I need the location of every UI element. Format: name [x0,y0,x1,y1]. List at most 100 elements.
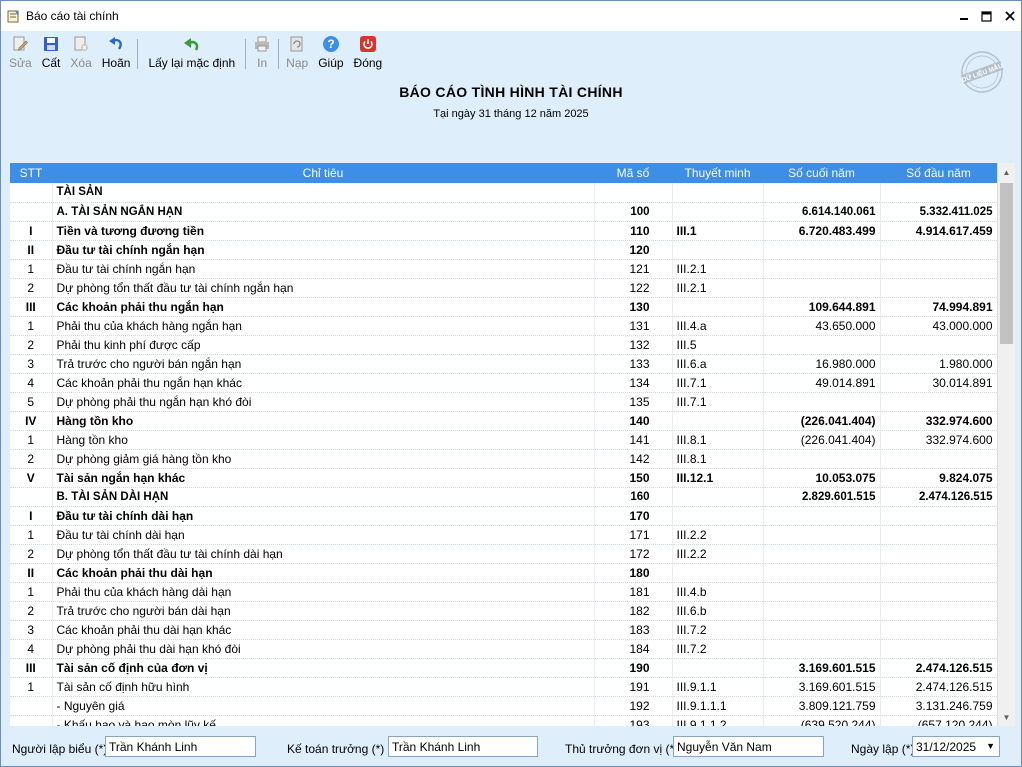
cell-stt[interactable]: IV [10,411,53,431]
cell-thuyet-minh[interactable] [672,658,764,678]
cell-chi-tieu[interactable]: B. TÀI SẢN DÀI HẠN [52,487,595,507]
save-button[interactable]: Cất [37,31,66,73]
preparer-input[interactable] [105,736,256,757]
cell-thuyet-minh[interactable]: III.9.1.1 [672,677,764,697]
cell-so-dau-nam[interactable] [880,582,998,602]
date-picker[interactable]: 31/12/2025 ▼ [912,736,1000,757]
cell-thuyet-minh[interactable]: III.7.2 [672,620,764,640]
cell-ma-so[interactable]: 133 [594,354,673,374]
cell-so-dau-nam[interactable]: 30.014.891 [880,373,998,393]
cell-thuyet-minh[interactable]: III.2.2 [672,544,764,564]
cell-ma-so[interactable]: 131 [594,316,673,336]
cell-stt[interactable]: I [10,506,53,526]
cell-thuyet-minh[interactable]: III.4.a [672,316,764,336]
cell-thuyet-minh[interactable] [672,563,764,583]
table-row[interactable]: 2 Trả trước cho người bán dài hạn 182 III.6… [10,601,998,621]
cell-so-dau-nam[interactable]: 1.980.000 [880,354,998,374]
cell-so-dau-nam[interactable]: 332.974.600 [880,430,998,450]
header-thuyet-minh[interactable]: Thuyết minh [672,163,763,183]
cell-chi-tieu[interactable]: Dự phòng phải thu ngắn hạn khó đòi [52,392,595,412]
cell-so-cuoi-nam[interactable] [763,601,881,621]
table-row[interactable]: 1 Tài sản cố định hữu hình 191 III.9.1.1 3.1… [10,677,998,697]
scroll-up-icon[interactable]: ▲ [998,163,1015,181]
header-ma-so[interactable]: Mã số [594,163,672,183]
cell-so-cuoi-nam[interactable] [763,392,881,412]
cell-thuyet-minh[interactable] [672,411,764,431]
cell-ma-so[interactable]: 120 [594,240,673,260]
cell-chi-tieu[interactable]: Tài sản cố định hữu hình [52,677,595,697]
close-icon[interactable] [998,1,1021,31]
cell-chi-tieu[interactable]: Phải thu của khách hàng ngắn hạn [52,316,595,336]
table-row[interactable]: 1 Phải thu của khách hàng ngắn hạn 131 III.… [10,316,998,336]
cell-ma-so[interactable]: 100 [594,202,673,222]
cell-ma-so[interactable]: 160 [594,487,673,507]
table-row[interactable]: III Tài sản cố định của đơn vị 190 3.169.60… [10,658,998,678]
cell-stt[interactable]: 3 [10,620,53,640]
cell-stt[interactable]: 1 [10,677,53,697]
cell-stt[interactable]: I [10,221,53,241]
cell-so-dau-nam[interactable]: 3.131.246.759 [880,696,998,716]
cell-stt[interactable]: II [10,563,53,583]
table-row[interactable]: V Tài sản ngắn hạn khác 150 III.12.1 10.053.… [10,468,998,488]
cell-ma-so[interactable]: 182 [594,601,673,621]
cell-chi-tieu[interactable]: Dự phòng phải thu dài hạn khó đòi [52,639,595,659]
cell-stt[interactable]: 5 [10,392,53,412]
cell-stt[interactable]: 1 [10,525,53,545]
cell-ma-so[interactable]: 192 [594,696,673,716]
cell-thuyet-minh[interactable] [672,202,764,222]
cell-stt[interactable]: II [10,240,53,260]
edit-button[interactable]: Sửa [4,31,37,73]
chevron-down-icon[interactable]: ▼ [986,741,995,751]
cell-thuyet-minh[interactable]: III.8.1 [672,430,764,450]
table-row[interactable]: 3 Các khoản phải thu dài hạn khác 183 III.7… [10,620,998,640]
cell-so-dau-nam[interactable] [880,544,998,564]
cell-ma-so[interactable]: 134 [594,373,673,393]
cell-chi-tieu[interactable]: - Nguyên giá [52,696,595,716]
table-row[interactable]: A. TÀI SẢN NGẮN HẠN 100 6.614.140.061 5.332… [10,202,998,222]
cell-so-cuoi-nam[interactable]: 3.809.121.759 [763,696,881,716]
cell-ma-so[interactable]: 183 [594,620,673,640]
cell-stt[interactable]: 1 [10,316,53,336]
cell-so-cuoi-nam[interactable] [763,525,881,545]
cell-so-dau-nam[interactable] [880,392,998,412]
cell-so-cuoi-nam[interactable] [763,544,881,564]
cell-ma-so[interactable]: 135 [594,392,673,412]
table-row[interactable]: 1 Phải thu của khách hàng dài hạn 181 III.4… [10,582,998,602]
table-row[interactable]: III Các khoản phải thu ngắn hạn 130 109.644… [10,297,998,317]
cell-chi-tieu[interactable]: Các khoản phải thu ngắn hạn khác [52,373,595,393]
cell-so-dau-nam[interactable] [880,639,998,659]
cell-ma-so[interactable]: 142 [594,449,673,469]
cell-so-dau-nam[interactable] [880,525,998,545]
cell-stt[interactable]: 3 [10,354,53,374]
cell-thuyet-minh[interactable]: III.2.1 [672,259,764,279]
cell-so-cuoi-nam[interactable]: 6.720.483.499 [763,221,881,241]
header-chi-tieu[interactable]: Chỉ tiêu [52,163,594,183]
table-row[interactable]: - Khấu hao và hao mòn lũy kế 193 III.9.1.1… [10,715,998,726]
cell-chi-tieu[interactable]: Các khoản phải thu dài hạn khác [52,620,595,640]
cell-thuyet-minh[interactable]: III.2.1 [672,278,764,298]
cell-stt[interactable]: 2 [10,544,53,564]
cell-stt[interactable]: 2 [10,601,53,621]
cell-so-cuoi-nam[interactable] [763,449,881,469]
undo-button[interactable]: Hoãn [97,31,136,73]
cell-so-dau-nam[interactable] [880,335,998,355]
cell-so-cuoi-nam[interactable]: (639.520.244) [763,715,881,726]
cell-so-cuoi-nam[interactable]: 6.614.140.061 [763,202,881,222]
cell-thuyet-minh[interactable]: III.6.b [672,601,764,621]
cell-thuyet-minh[interactable] [672,240,764,260]
cell-thuyet-minh[interactable]: III.9.1.1.1 [672,696,764,716]
maximize-icon[interactable] [975,1,998,31]
close-button[interactable]: Đóng [349,31,388,73]
cell-stt[interactable] [10,183,53,203]
print-button[interactable]: In [248,31,276,73]
cell-so-dau-nam[interactable] [880,506,998,526]
cell-thuyet-minh[interactable]: III.5 [672,335,764,355]
cell-so-dau-nam[interactable]: 2.474.126.515 [880,677,998,697]
cell-so-cuoi-nam[interactable] [763,582,881,602]
cell-so-dau-nam[interactable] [880,449,998,469]
cell-chi-tieu[interactable]: Tài sản ngắn hạn khác [52,468,595,488]
reload-button[interactable]: Nạp [281,31,313,73]
table-row[interactable]: 1 Đầu tư tài chính ngắn hạn 121 III.2.1 [10,259,998,279]
cell-so-cuoi-nam[interactable]: (226.041.404) [763,430,881,450]
cell-chi-tieu[interactable]: A. TÀI SẢN NGẮN HẠN [52,202,595,222]
